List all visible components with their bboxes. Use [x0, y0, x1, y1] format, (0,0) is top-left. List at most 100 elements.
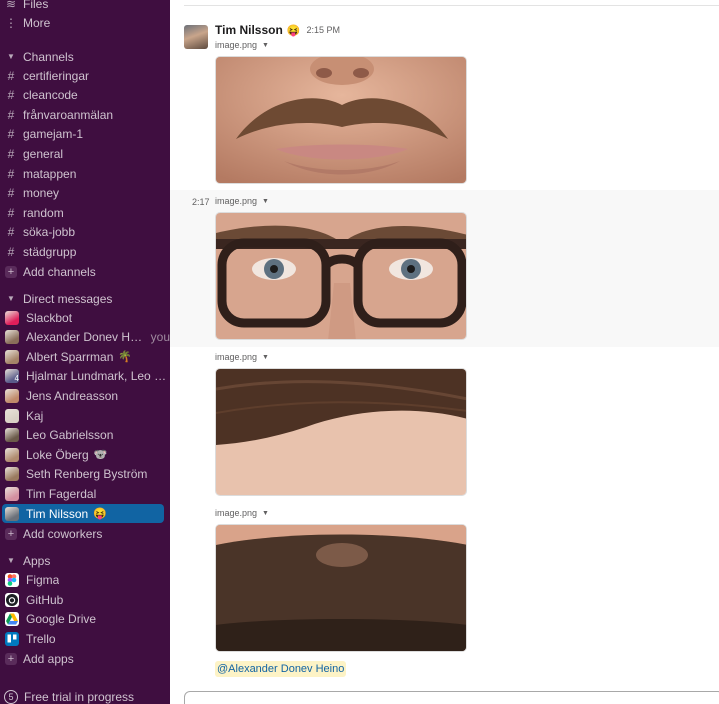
avatar[interactable] — [184, 25, 208, 49]
dm-section-header[interactable]: ▼ Direct messages — [0, 289, 170, 308]
plus-icon: + — [5, 265, 17, 278]
trial-days-icon: 5 — [4, 690, 18, 704]
google-drive-icon — [5, 611, 19, 626]
image-attachment-beard[interactable] — [215, 524, 467, 652]
files-icon: ≋ — [5, 0, 17, 11]
add-apps-button[interactable]: + Add apps — [0, 649, 170, 668]
sidebar-item-files[interactable]: ≋ Files — [0, 0, 170, 13]
image-hair — [216, 369, 466, 495]
hash-icon: # — [7, 205, 15, 220]
message-timestamp[interactable]: 2:15 PM — [307, 25, 341, 35]
hash-icon: # — [7, 107, 15, 122]
sidebar-item-channel[interactable]: # random — [0, 203, 170, 222]
image-attachment-hair[interactable] — [215, 368, 467, 496]
image-attachment-glasses[interactable] — [215, 212, 467, 340]
sidebar-item-google-drive[interactable]: Google Drive — [0, 609, 170, 628]
avatar — [5, 486, 19, 501]
sidebar-item-dm[interactable]: Kaj — [0, 406, 170, 425]
sidebar-item-dm[interactable]: Jens Andreasson — [0, 386, 170, 405]
sidebar-item-channel[interactable]: # general — [0, 144, 170, 163]
sidebar-item-label: Kaj — [26, 408, 44, 423]
caret-down-icon[interactable]: ▼ — [262, 198, 269, 205]
avatar — [5, 467, 19, 482]
sidebar-item-channel[interactable]: # frånvaroanmälan — [0, 105, 170, 124]
caret-down-icon[interactable]: ▼ — [262, 510, 269, 517]
member-count-badge: 4 — [14, 374, 19, 384]
file-title[interactable]: image.png ▼ — [215, 40, 269, 50]
caret-down-icon[interactable]: ▼ — [262, 354, 269, 361]
sidebar-item-channel[interactable]: # money — [0, 184, 170, 203]
sidebar-item-dm[interactable]: 4 Hjalmar Lundmark, Leo Gab... — [0, 367, 170, 386]
sidebar-item-figma[interactable]: Figma — [0, 570, 170, 589]
user-mention[interactable]: @Alexander Donev Heino — [215, 661, 347, 677]
sidebar-item-github[interactable]: GitHub — [0, 590, 170, 609]
file-title[interactable]: image.png ▼ — [215, 196, 269, 206]
avatar: 4 — [5, 369, 19, 384]
channels-section-header[interactable]: ▼ Channels — [0, 47, 170, 66]
sidebar-item-label: Loke Öberg — [26, 447, 89, 462]
file-title[interactable]: image.png ▼ — [215, 352, 269, 362]
sidebar-item-dm[interactable]: Alexander Donev Heino you — [0, 328, 170, 347]
hash-icon: # — [7, 225, 15, 240]
avatar — [5, 428, 19, 443]
status-emoji: 🐨 — [93, 449, 108, 462]
sender-name[interactable]: Tim Nilsson — [215, 23, 283, 37]
file-title[interactable]: image.png ▼ — [215, 508, 269, 518]
caret-down-icon: ▼ — [7, 556, 15, 565]
sidebar-item-label: Jens Andreasson — [26, 388, 119, 403]
sidebar-item-label: Tim Nilsson — [26, 506, 89, 521]
add-channels-button[interactable]: + Add channels — [0, 262, 170, 281]
sidebar-item-label: Hjalmar Lundmark, Leo Gab... — [26, 369, 170, 384]
sidebar-item-dm[interactable]: Leo Gabrielsson — [0, 426, 170, 445]
avatar — [5, 349, 19, 364]
caret-down-icon[interactable]: ▼ — [262, 42, 269, 49]
status-emoji: 😝 — [286, 24, 301, 37]
divider — [184, 5, 719, 6]
hash-icon: # — [7, 166, 15, 181]
add-coworkers-button[interactable]: + Add coworkers — [0, 524, 170, 543]
sidebar-item-channel[interactable]: # cleancode — [0, 86, 170, 105]
sidebar-item-dm[interactable]: Tim Nilsson 😝 — [2, 504, 164, 523]
avatar — [5, 506, 19, 521]
sidebar-item-trello[interactable]: Trello — [0, 629, 170, 648]
image-mustache — [216, 57, 466, 183]
sidebar-item-channel[interactable]: # certifieringar — [0, 66, 170, 85]
sidebar-item-dm[interactable]: Tim Fagerdal — [0, 484, 170, 503]
message-header: Tim Nilsson 😝 2:15 PM — [215, 23, 340, 37]
sidebar-item-channel[interactable]: # söka-jobb — [0, 223, 170, 242]
sidebar-item-channel[interactable]: # städgrupp — [0, 242, 170, 261]
status-emoji: 🌴 — [118, 351, 133, 364]
avatar — [5, 388, 19, 403]
sidebar-item-label: Leo Gabrielsson — [26, 428, 114, 443]
trello-icon — [5, 631, 19, 646]
sidebar-item-dm[interactable]: Slackbot — [0, 308, 170, 327]
apps-section-header[interactable]: ▼ Apps — [0, 551, 170, 570]
sidebar-item-channel[interactable]: # gamejam-1 — [0, 125, 170, 144]
plus-icon: + — [5, 652, 17, 665]
sidebar-item-dm[interactable]: Albert Sparrman 🌴 — [0, 347, 170, 366]
image-attachment-mustache[interactable] — [215, 56, 467, 184]
sidebar-item-dm[interactable]: Seth Renberg Byström — [0, 465, 170, 484]
sidebar-item-dm[interactable]: Loke Öberg 🐨 — [0, 445, 170, 464]
image-beard — [216, 525, 466, 651]
sidebar-item-label: Alexander Donev Heino — [26, 330, 145, 345]
caret-down-icon: ▼ — [7, 294, 15, 303]
sidebar-item-label: Albert Sparrman — [26, 349, 114, 364]
sidebar: ≋ Files ⋮ More ▼ Channels # certifieringa… — [0, 0, 170, 704]
message-pane: Tim Nilsson 😝 2:15 PM image.png ▼ 2:17 im… — [170, 0, 719, 704]
hash-icon: # — [7, 127, 15, 142]
sidebar-item-channel[interactable]: # matappen — [0, 164, 170, 183]
figma-icon — [5, 572, 19, 587]
free-trial-banner[interactable]: 5 Free trial in progress — [4, 690, 134, 704]
sidebar-item-more[interactable]: ⋮ More — [0, 13, 170, 32]
hash-icon: # — [7, 88, 15, 103]
status-emoji: 😝 — [93, 508, 107, 520]
avatar — [5, 408, 19, 423]
github-icon — [5, 592, 19, 607]
image-glasses — [216, 213, 466, 339]
hash-icon: # — [7, 146, 15, 161]
sidebar-item-label: Seth Renberg Byström — [26, 467, 148, 482]
sidebar-item-label: Tim Fagerdal — [26, 486, 97, 501]
message-composer[interactable] — [184, 691, 719, 704]
message-timestamp[interactable]: 2:17 — [192, 197, 210, 207]
